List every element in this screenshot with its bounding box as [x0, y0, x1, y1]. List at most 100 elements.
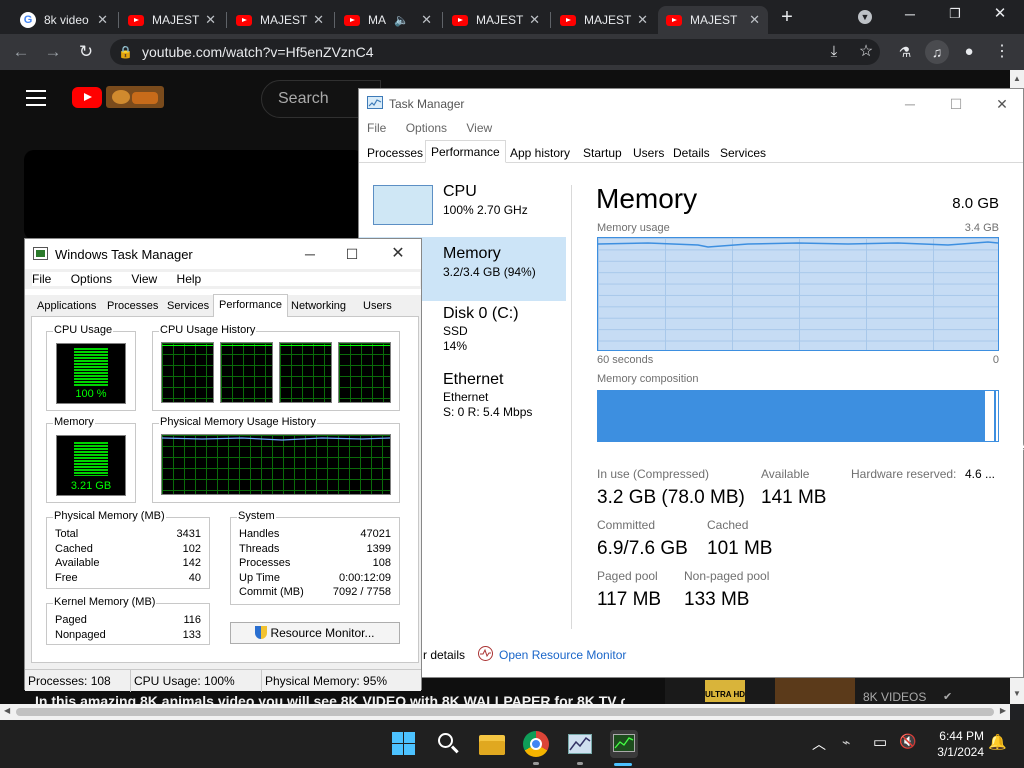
- in-use-label: In use (Compressed): [597, 467, 710, 481]
- start-button-icon[interactable]: [390, 730, 418, 758]
- notification-bell-icon[interactable]: 🔔: [988, 733, 1007, 751]
- close-icon[interactable]: ✕: [529, 12, 540, 28]
- title-bar[interactable]: Task Manager ─ ☐ ✕: [359, 89, 1023, 121]
- cpu-usage-label: CPU Usage: [53, 324, 114, 336]
- doodle-logo[interactable]: [106, 86, 164, 108]
- hw-reserved-label: Hardware reserved:: [851, 467, 957, 481]
- tab-7[interactable]: MAJEST ✕: [658, 6, 768, 34]
- lock-icon[interactable]: 🔒: [118, 45, 133, 59]
- close-icon[interactable]: ✕: [421, 12, 432, 28]
- tab-performance[interactable]: Performance: [213, 294, 288, 318]
- menu-file[interactable]: File: [32, 272, 51, 286]
- tab-2[interactable]: MAJEST ✕: [120, 6, 224, 34]
- media-controls-icon[interactable]: ♫: [925, 40, 949, 64]
- tab-6[interactable]: MAJEST ✕: [552, 6, 656, 34]
- menu-options[interactable]: Options: [406, 121, 447, 135]
- tab-performance[interactable]: Performance: [425, 140, 506, 163]
- menu-help[interactable]: Help: [177, 272, 202, 286]
- profile-icon[interactable]: ●: [957, 40, 981, 64]
- tab-4[interactable]: MA 🔈 ✕: [336, 6, 440, 34]
- tab-3[interactable]: MAJEST ✕: [228, 6, 332, 34]
- youtube-icon: [128, 14, 144, 26]
- tab-applications[interactable]: Applications: [37, 300, 96, 312]
- close-icon[interactable]: ✕: [97, 12, 108, 28]
- system-label: System: [237, 510, 276, 522]
- kv-value: 116: [183, 614, 201, 626]
- tab-users[interactable]: Users: [363, 300, 392, 312]
- kv-key: Up Time: [239, 572, 280, 584]
- scroll-thumb[interactable]: [16, 708, 994, 716]
- minimize-icon[interactable]: ─: [287, 239, 333, 269]
- labs-flask-icon[interactable]: ⚗: [893, 40, 917, 64]
- close-icon[interactable]: ✕: [749, 12, 760, 28]
- display-icon[interactable]: ▭: [873, 733, 887, 751]
- speaker-icon[interactable]: 🔈: [394, 13, 409, 27]
- clock-date: 3/1/2024: [937, 745, 984, 759]
- reload-icon[interactable]: ↻: [74, 40, 98, 64]
- menu-view[interactable]: View: [466, 121, 492, 135]
- physical-memory-group: Physical Memory (MB) Total 3431 Cached 102…: [46, 510, 210, 589]
- kv-key: Handles: [239, 528, 280, 540]
- bookmark-star-icon[interactable]: ☆: [854, 40, 878, 64]
- menu-options[interactable]: Options: [71, 272, 112, 286]
- tab-networking[interactable]: Networking: [291, 300, 346, 312]
- title-bar[interactable]: Windows Task Manager ─ ☐ ✕: [25, 239, 421, 269]
- memory-group: Memory 3.21 GB: [46, 416, 136, 503]
- kv-value: 0:00:12:09: [339, 572, 391, 584]
- menu-view[interactable]: View: [131, 272, 157, 286]
- clock[interactable]: 6:44 PM 3/1/2024: [924, 728, 984, 760]
- menu-file[interactable]: File: [367, 121, 386, 135]
- video-player[interactable]: [24, 150, 364, 240]
- youtube-icon: [344, 14, 360, 26]
- tab-1[interactable]: G 8k video ✕: [12, 6, 116, 34]
- chrome-icon[interactable]: [522, 730, 550, 758]
- menu-dots-icon[interactable]: ⋮: [990, 40, 1014, 64]
- resource-monitor-app-icon[interactable]: [566, 730, 594, 758]
- tab-processes[interactable]: Processes: [367, 146, 423, 160]
- close-icon[interactable]: ✕: [205, 12, 216, 28]
- minimize-icon[interactable]: ─: [887, 89, 933, 119]
- fewer-details-link[interactable]: r details: [423, 648, 465, 662]
- forward-icon[interactable]: →: [41, 40, 65, 64]
- close-icon[interactable]: ✕: [979, 89, 1024, 119]
- tab-processes[interactable]: Processes: [107, 300, 158, 312]
- tab-app-history[interactable]: App history: [510, 146, 570, 160]
- sidebar-item-cpu[interactable]: CPU 100% 2.70 GHz: [359, 175, 566, 239]
- maximize-icon[interactable]: ☐: [933, 89, 979, 119]
- tab-services[interactable]: Services: [167, 300, 209, 312]
- search-icon[interactable]: [434, 730, 462, 758]
- close-icon[interactable]: ✕: [375, 239, 421, 269]
- maximize-icon[interactable]: ☐: [329, 239, 375, 269]
- open-resource-monitor-link[interactable]: Open Resource Monitor: [499, 648, 626, 662]
- network-icon[interactable]: ⌁: [842, 734, 850, 751]
- tab-search-icon[interactable]: ▼: [853, 5, 877, 29]
- minimize-icon[interactable]: ─: [898, 2, 922, 26]
- url-text[interactable]: youtube.com/watch?v=Hf5enZVznC4: [142, 44, 374, 60]
- resource-monitor-button[interactable]: Resource Monitor...: [230, 622, 400, 644]
- related-video-thumb[interactable]: ULTRA HD 8K VIDEOS ✔: [665, 678, 1010, 704]
- horizontal-scrollbar[interactable]: ◀ ▶: [0, 704, 1010, 720]
- youtube-logo-icon[interactable]: [72, 87, 102, 108]
- restore-icon[interactable]: ❐: [943, 2, 967, 26]
- tab-title: 8k video: [44, 13, 89, 27]
- tab-startup[interactable]: Startup: [583, 146, 622, 160]
- task-manager-taskbar-icon[interactable]: [610, 730, 638, 758]
- tab-services[interactable]: Services: [720, 146, 766, 160]
- close-icon[interactable]: ✕: [637, 12, 648, 28]
- back-icon[interactable]: ←: [9, 40, 33, 64]
- install-app-icon[interactable]: ⤓: [822, 40, 846, 64]
- kv-value: 40: [188, 572, 201, 584]
- in-use-segment: [598, 391, 984, 441]
- tab-users[interactable]: Users: [633, 146, 664, 160]
- active-app-indicator: [614, 763, 632, 766]
- close-window-icon[interactable]: ✕: [988, 2, 1012, 26]
- kv-row: Commit (MB) 7092 / 7758: [239, 586, 391, 598]
- file-explorer-icon[interactable]: [478, 730, 506, 758]
- show-hidden-icons-icon[interactable]: ︿: [812, 734, 826, 754]
- hamburger-menu-icon[interactable]: [26, 90, 46, 106]
- new-tab-icon[interactable]: +: [775, 5, 799, 29]
- volume-muted-icon[interactable]: 🔇: [899, 733, 916, 750]
- tab-5[interactable]: MAJEST ✕: [444, 6, 548, 34]
- tab-details[interactable]: Details: [673, 146, 710, 160]
- close-icon[interactable]: ✕: [313, 12, 324, 28]
